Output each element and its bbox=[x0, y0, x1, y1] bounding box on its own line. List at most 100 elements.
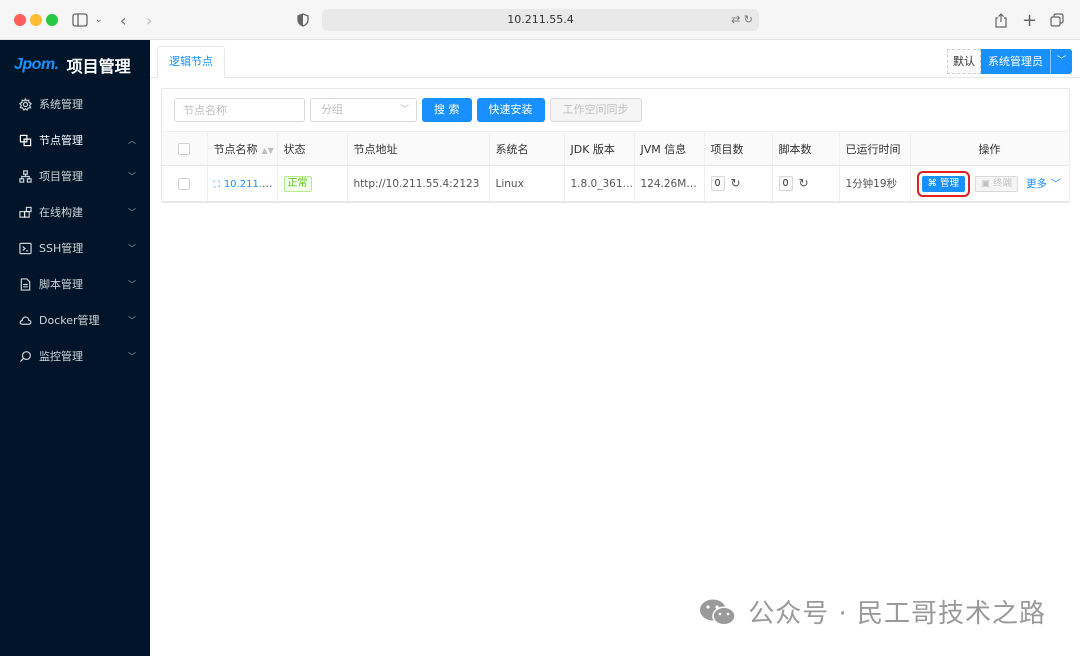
row-checkbox[interactable] bbox=[178, 177, 190, 190]
terminal-icon bbox=[18, 241, 32, 255]
project-count-badge: 0 bbox=[710, 176, 725, 191]
terminal-label: 终端 bbox=[993, 177, 1013, 189]
script-count-badge: 0 bbox=[778, 176, 793, 191]
sidebar-item-ssh[interactable]: SSH管理 ﹀ bbox=[0, 230, 150, 266]
node-name-link[interactable]: 10.211.55.4 bbox=[224, 178, 276, 190]
select-all-cell bbox=[162, 131, 208, 166]
search-button[interactable]: 搜 索 bbox=[422, 98, 472, 122]
sidebar-item-label: Docker管理 bbox=[39, 314, 100, 327]
sidebar-item-label: 项目管理 bbox=[39, 170, 83, 183]
script-count-cell: 0 ↻ bbox=[772, 165, 840, 202]
user-role-button[interactable]: 系统管理员 bbox=[981, 49, 1050, 74]
minimize-window-button[interactable] bbox=[30, 14, 42, 26]
quick-install-button[interactable]: 快速安装 bbox=[476, 98, 545, 122]
sort-icon[interactable]: ▲▼ bbox=[262, 146, 274, 155]
sidebar-item-label: 监控管理 bbox=[39, 350, 83, 363]
new-tab-icon[interactable]: + bbox=[1022, 10, 1037, 31]
chevron-up-icon: ︿ bbox=[128, 135, 136, 145]
column-header: 节点地址 bbox=[347, 131, 490, 166]
sidebar-item-label: SSH管理 bbox=[39, 242, 84, 255]
group-select[interactable]: 分组 ﹀ bbox=[310, 98, 417, 122]
chevron-down-icon: ﹀ bbox=[128, 207, 136, 217]
more-dropdown[interactable]: 更多 ﹀ bbox=[1026, 176, 1061, 191]
sidebar-item-system[interactable]: 系统管理 bbox=[0, 86, 150, 122]
address-bar[interactable]: 10.211.55.4 ⇄ ↻ bbox=[322, 9, 759, 31]
close-window-button[interactable] bbox=[14, 14, 26, 26]
sidebar-toggle-icon[interactable] bbox=[72, 10, 88, 30]
manage-button[interactable]: ⌘ 管理 bbox=[921, 175, 966, 192]
column-header[interactable]: 节点名称 ▲▼ bbox=[207, 131, 278, 166]
monitor-icon bbox=[18, 349, 32, 363]
sidebar-item-nodes[interactable]: 节点管理 ︿ bbox=[0, 122, 150, 158]
sidebar-item-label: 节点管理 bbox=[39, 134, 83, 147]
select-all-checkbox[interactable] bbox=[178, 143, 190, 155]
refresh-icon[interactable]: ↻ bbox=[731, 176, 741, 190]
project-count-cell: 0 ↻ bbox=[704, 165, 773, 202]
build-icon bbox=[18, 205, 32, 219]
file-icon bbox=[18, 277, 32, 291]
more-label: 更多 bbox=[1026, 178, 1048, 190]
group-select-placeholder: 分组 bbox=[321, 103, 343, 116]
search-toolbar: 分组 ﹀ 搜 索 快速安装 工作空间同步 bbox=[174, 98, 642, 122]
node-name-cell[interactable]: ⛶ 10.211.55.4 bbox=[207, 165, 278, 202]
refresh-icon[interactable]: ↻ bbox=[799, 176, 809, 190]
fullscreen-icon[interactable]: ⛶ bbox=[214, 180, 220, 190]
chevron-down-icon[interactable]: ⌄ bbox=[95, 10, 103, 30]
actions-cell: ⌘ 管理 ▣ 终端 更多 ﹀ bbox=[910, 165, 1070, 202]
watermark: 公众号 · 民工哥技术之路 bbox=[698, 593, 1046, 630]
chevron-down-icon: ﹀ bbox=[128, 171, 136, 181]
column-label: 节点名称 bbox=[213, 142, 258, 156]
tab-logical-nodes[interactable]: 逻辑节点 bbox=[157, 46, 225, 78]
sidebar-item-label: 在线构建 bbox=[39, 206, 83, 219]
main-content: 逻辑节点 默认 系统管理员 ﹀ 分组 ﹀ 搜 索 快速安装 工作空间同步 bbox=[150, 40, 1080, 656]
copy-icon bbox=[18, 133, 32, 147]
sidebar-item-docker[interactable]: Docker管理 ﹀ bbox=[0, 302, 150, 338]
share-icon[interactable] bbox=[995, 10, 1007, 30]
column-header: 已运行时间 bbox=[839, 131, 911, 166]
forward-icon[interactable]: › bbox=[146, 10, 152, 30]
sidebar-item-label: 脚本管理 bbox=[39, 278, 83, 291]
logo[interactable]: Jpom. 项目管理 bbox=[14, 54, 131, 76]
status-badge: 正常 bbox=[283, 175, 312, 192]
shield-icon[interactable] bbox=[297, 10, 309, 30]
chevron-down-icon: ﹀ bbox=[399, 105, 409, 115]
cloud-icon bbox=[18, 313, 32, 327]
manage-label: 管理 bbox=[940, 177, 960, 189]
chevron-down-icon[interactable]: ﹀ bbox=[1050, 49, 1072, 74]
sidebar: Jpom. 项目管理 系统管理 节点管理 ︿ 项目管理 ﹀ 在线构建 ﹀ SSH… bbox=[0, 40, 150, 656]
column-header: JVM 信息 bbox=[634, 131, 705, 166]
sidebar-item-scripts[interactable]: 脚本管理 ﹀ bbox=[0, 266, 150, 302]
tabs-overview-icon[interactable] bbox=[1050, 10, 1064, 30]
workspace-default[interactable]: 默认 bbox=[947, 49, 981, 74]
nodes-card: 分组 ﹀ 搜 索 快速安装 工作空间同步 节点名称 ▲▼ 状态 节点地址 系统名 … bbox=[161, 88, 1070, 203]
row-actions: ⌘ 管理 ▣ 终端 更多 ﹀ bbox=[916, 170, 1069, 197]
workspace-sync-button[interactable]: 工作空间同步 bbox=[549, 98, 642, 122]
sidebar-item-monitor[interactable]: 监控管理 ﹀ bbox=[0, 338, 150, 374]
apartment-icon bbox=[18, 169, 32, 183]
column-header: 状态 bbox=[277, 131, 348, 166]
column-header: 项目数 bbox=[704, 131, 773, 166]
jdk-cell: 1.8.0_361… bbox=[564, 165, 635, 202]
node-name-input[interactable] bbox=[174, 98, 305, 122]
back-icon[interactable]: ‹ bbox=[120, 10, 126, 30]
terminal-icon: ▣ bbox=[981, 177, 994, 189]
browser-toolbar: ⌄ ‹ › 10.211.55.4 ⇄ ↻ + bbox=[0, 0, 1080, 40]
apartment-icon: ⌘ bbox=[927, 177, 941, 189]
address-cell: http://10.211.55.4:2123 bbox=[347, 165, 490, 202]
os-cell: Linux bbox=[489, 165, 565, 202]
uptime-cell: 1分钟19秒 bbox=[839, 165, 911, 202]
chevron-down-icon: ﹀ bbox=[128, 351, 136, 361]
maximize-window-button[interactable] bbox=[46, 14, 58, 26]
watermark-text: 公众号 · 民工哥技术之路 bbox=[748, 599, 1046, 629]
logo-mark: Jpom. bbox=[14, 56, 59, 73]
sidebar-item-build[interactable]: 在线构建 ﹀ bbox=[0, 194, 150, 230]
url-text: 10.211.55.4 bbox=[507, 13, 574, 26]
status-cell: 正常 bbox=[277, 165, 348, 202]
translate-reload-icon[interactable]: ⇄ ↻ bbox=[731, 9, 753, 31]
table-row: ⛶10.211.55.4 正常 http://10.211.55.4:2123 … bbox=[162, 165, 1070, 202]
sidebar-item-projects[interactable]: 项目管理 ﹀ bbox=[0, 158, 150, 194]
gear-icon bbox=[18, 97, 32, 111]
manage-highlight: ⌘ 管理 bbox=[916, 170, 971, 197]
chevron-down-icon: ﹀ bbox=[128, 315, 136, 325]
terminal-button[interactable]: ▣ 终端 bbox=[975, 175, 1019, 192]
